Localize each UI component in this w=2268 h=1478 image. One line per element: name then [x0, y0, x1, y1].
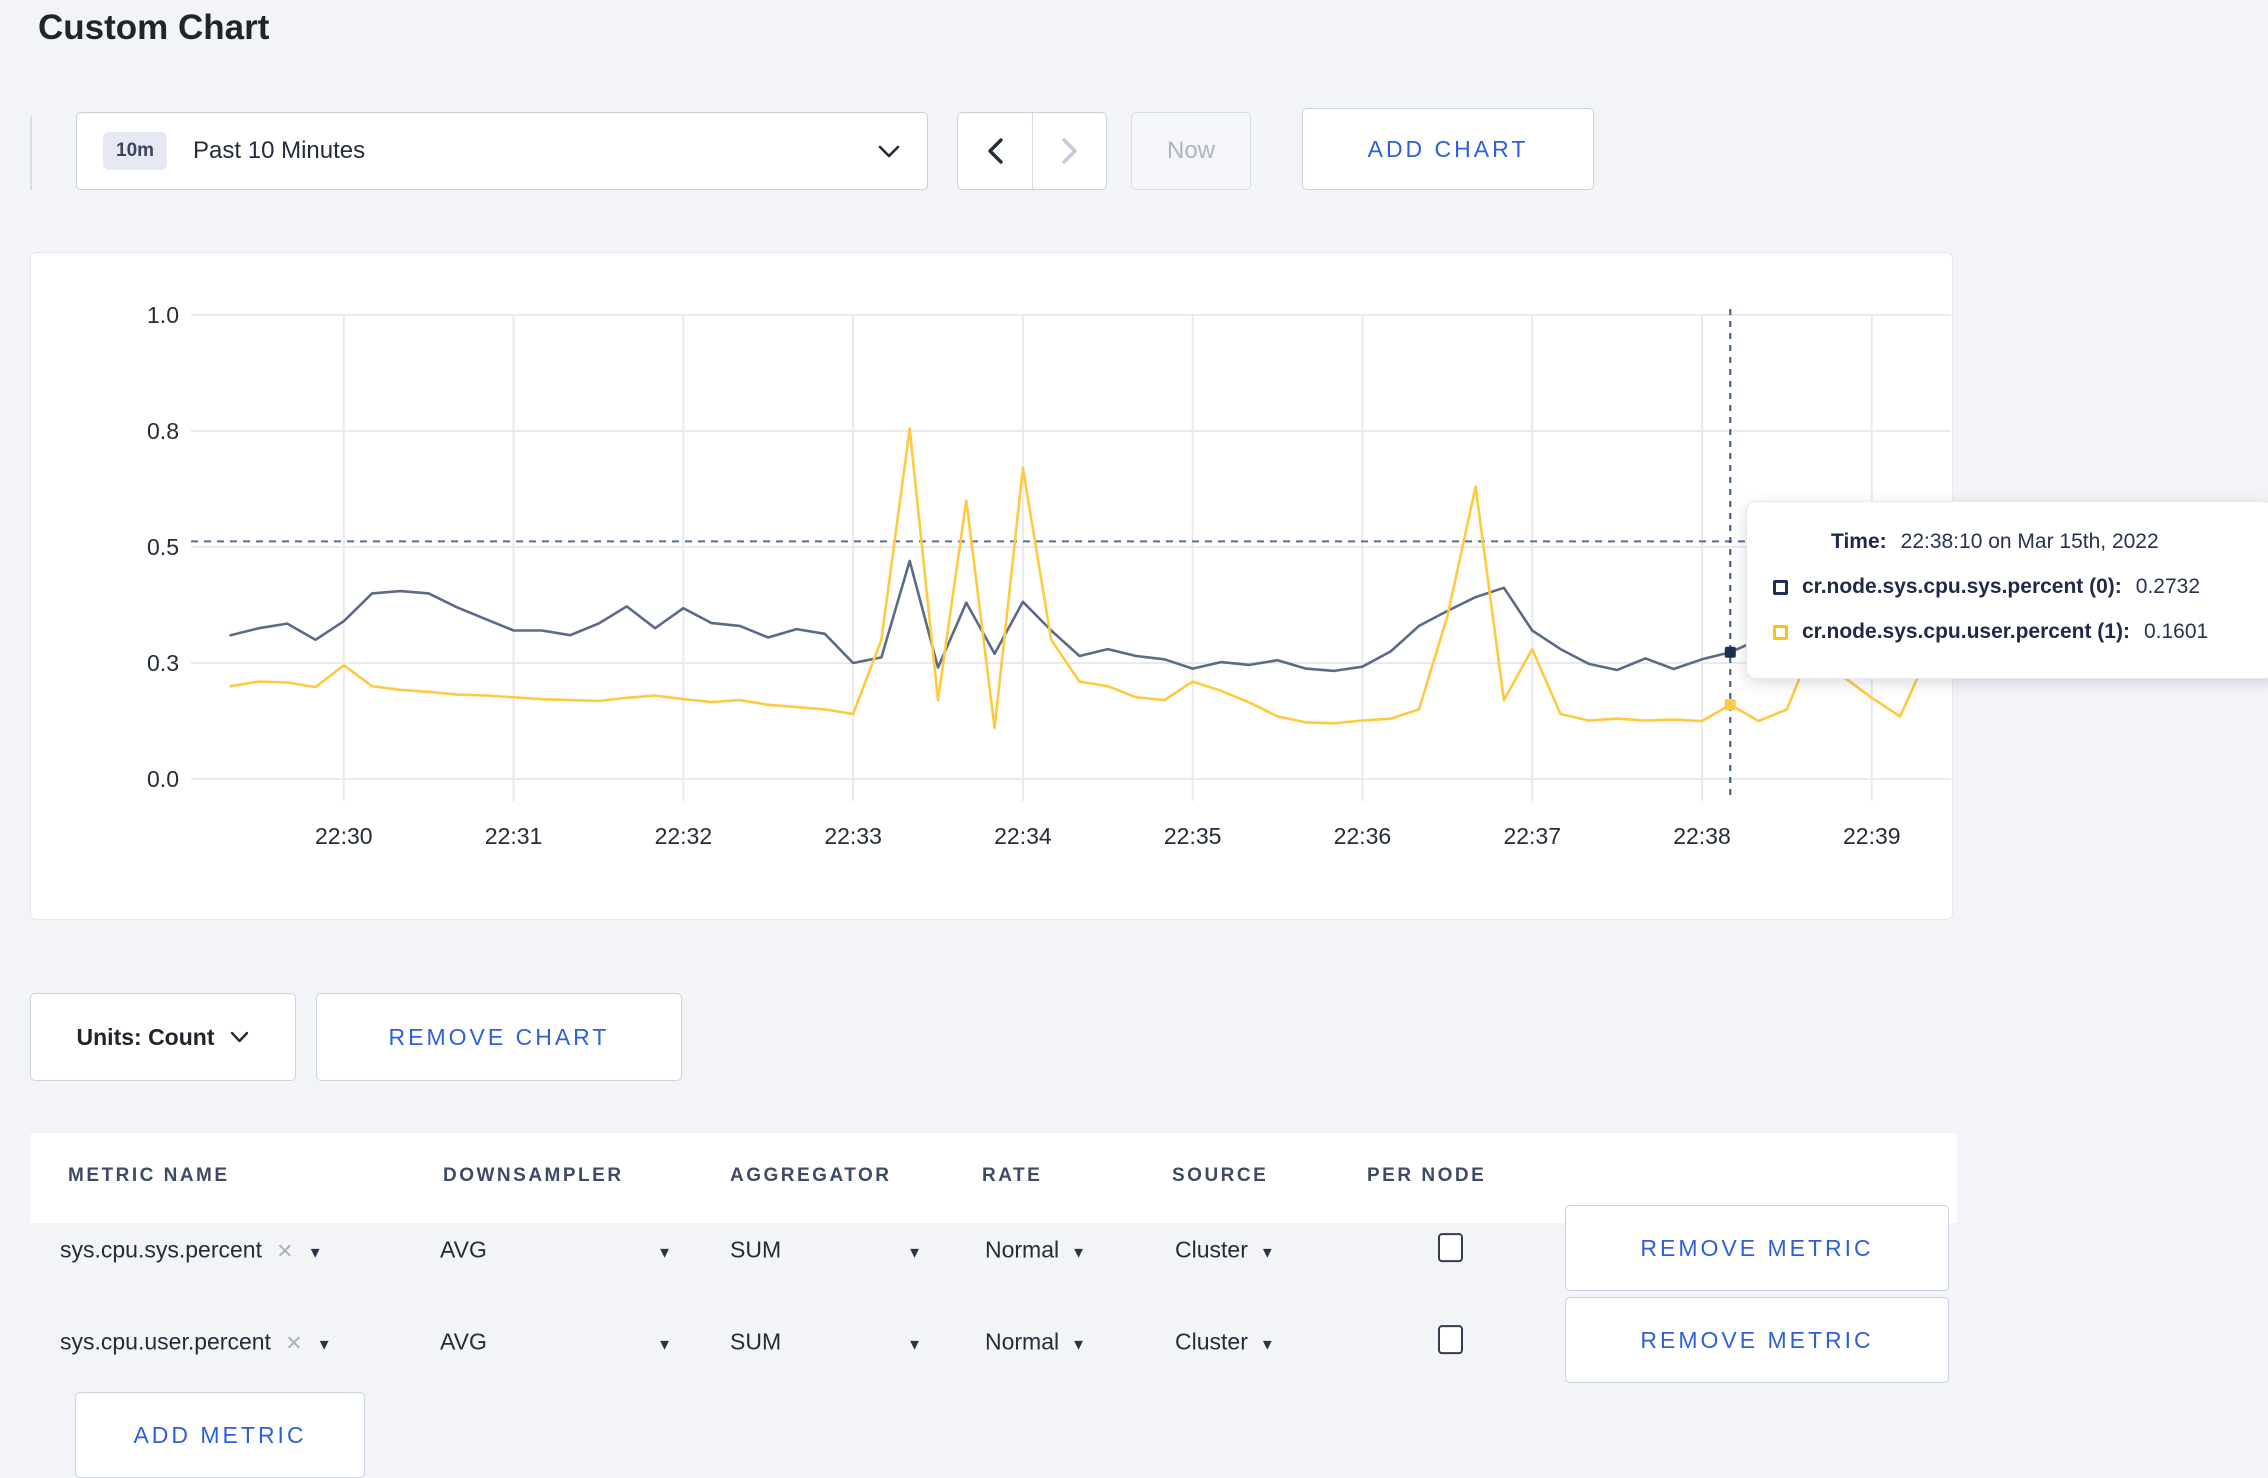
- dropdown-arrow-icon: [1071, 1329, 1086, 1356]
- aggregator-value: SUM: [730, 1328, 782, 1355]
- series-line-0: [229, 559, 1930, 673]
- timeframe-label: Past 10 Minutes: [193, 137, 366, 164]
- sys-series-swatch-icon: [1773, 579, 1788, 595]
- custom-chart-page: Custom Chart 10m Past 10 Minutes Now ADD…: [0, 0, 2268, 1478]
- remove-metric-button[interactable]: REMOVE METRIC: [1565, 1205, 1949, 1291]
- header-source: SOURCE: [1172, 1165, 1269, 1186]
- header-rate: RATE: [982, 1165, 1043, 1186]
- dropdown-arrow-icon: [308, 1237, 323, 1264]
- remove-metric-button[interactable]: REMOVE METRIC: [1565, 1297, 1949, 1383]
- tooltip-series-label: cr.node.sys.cpu.user.percent (1):: [1802, 620, 2130, 643]
- chevron-right-icon: [1062, 138, 1077, 164]
- crosshair-marker: [1724, 646, 1736, 658]
- aggregator-select[interactable]: SUM: [730, 1329, 922, 1356]
- tooltip-series-row: cr.node.sys.cpu.sys.percent (0): 0.2732: [1773, 575, 2247, 599]
- units-label: Units: Count: [76, 1023, 215, 1050]
- timeframe-select[interactable]: 10m Past 10 Minutes: [76, 112, 928, 190]
- chart-tooltip: Time: 22:38:10 on Mar 15th, 2022 cr.node…: [1746, 501, 2268, 679]
- metric-row: sys.cpu.sys.percent AVG SUM Normal Clust…: [30, 1205, 1957, 1295]
- metric-row: sys.cpu.user.percent AVG SUM Normal Clus…: [30, 1297, 1957, 1387]
- x-axis-tick-label: 22:30: [315, 823, 373, 849]
- add-chart-button[interactable]: ADD CHART: [1302, 108, 1594, 190]
- source-select[interactable]: Cluster: [1175, 1329, 1275, 1356]
- x-axis-tick-label: 22:35: [1163, 823, 1222, 849]
- per-node-checkbox[interactable]: [1438, 1325, 1463, 1355]
- x-axis-tick-label: 22:39: [1842, 823, 1901, 849]
- rate-value: Normal: [985, 1328, 1060, 1355]
- next-range-button[interactable]: [1032, 113, 1106, 189]
- source-select[interactable]: Cluster: [1175, 1237, 1275, 1264]
- x-axis-tick-label: 22:37: [1503, 823, 1561, 849]
- header-aggregator: AGGREGATOR: [730, 1165, 892, 1186]
- crosshair-marker: [1724, 699, 1736, 711]
- rate-value: Normal: [985, 1236, 1060, 1263]
- chevron-left-icon: [987, 138, 1003, 164]
- dropdown-arrow-icon: [657, 1329, 672, 1356]
- dropdown-arrow-icon: [317, 1329, 332, 1356]
- now-button[interactable]: Now: [1131, 112, 1251, 190]
- chart-plot[interactable]: [191, 309, 1951, 801]
- per-node-checkbox[interactable]: [1438, 1233, 1463, 1263]
- metric-name: sys.cpu.sys.percent: [60, 1236, 262, 1263]
- tooltip-series-row: cr.node.sys.cpu.user.percent (1): 0.1601: [1773, 620, 2247, 644]
- metric-name-select[interactable]: sys.cpu.sys.percent: [60, 1237, 323, 1264]
- x-axis-tick-label: 22:31: [484, 823, 543, 849]
- x-axis-tick-label: 22:38: [1673, 823, 1731, 849]
- tooltip-series-value: 0.2732: [2135, 575, 2201, 598]
- tooltip-time-label: Time:: [1831, 530, 1887, 553]
- toolbar-divider: [30, 116, 32, 190]
- clear-icon[interactable]: [277, 1240, 293, 1260]
- dropdown-arrow-icon: [657, 1237, 672, 1264]
- x-axis-tick-label: 22:33: [824, 823, 882, 849]
- downsampler-value: AVG: [440, 1236, 487, 1263]
- chart-card: 0.0 0.3 0.5 0.8 1.0 22:30 22:31 22:32 22:33 22:3…: [30, 252, 2268, 920]
- dropdown-arrow-icon: [907, 1237, 922, 1264]
- units-select[interactable]: Units: Count: [30, 993, 296, 1081]
- tooltip-series-label: cr.node.sys.cpu.sys.percent (0):: [1802, 575, 2122, 598]
- y-axis-tick-label: 0.0: [147, 766, 179, 792]
- tooltip-time-row: Time: 22:38:10 on Mar 15th, 2022: [1831, 530, 2247, 554]
- y-axis-tick-label: 1.0: [147, 302, 179, 328]
- header-downsampler: DOWNSAMPLER: [443, 1165, 624, 1186]
- metric-name-select[interactable]: sys.cpu.user.percent: [60, 1329, 332, 1356]
- user-series-swatch-icon: [1773, 624, 1788, 640]
- x-axis-tick-label: 22:32: [654, 823, 713, 849]
- header-per-node: PER NODE: [1367, 1165, 1487, 1186]
- chevron-down-icon: [231, 1031, 249, 1043]
- downsampler-select[interactable]: AVG: [440, 1329, 672, 1356]
- prev-range-button[interactable]: [958, 113, 1032, 189]
- page-title: Custom Chart: [38, 8, 270, 47]
- tooltip-time-value: 22:38:10 on Mar 15th, 2022: [1900, 530, 2159, 553]
- dropdown-arrow-icon: [1260, 1237, 1275, 1264]
- x-axis-tick-label: 22:36: [1333, 823, 1392, 849]
- source-value: Cluster: [1175, 1328, 1248, 1355]
- downsampler-value: AVG: [440, 1328, 487, 1355]
- timeframe-badge: 10m: [103, 132, 168, 170]
- y-axis-tick-label: 0.8: [147, 418, 179, 444]
- clear-icon[interactable]: [286, 1332, 302, 1352]
- dropdown-arrow-icon: [1071, 1237, 1086, 1264]
- header-metric-name: METRIC NAME: [68, 1165, 230, 1186]
- dropdown-arrow-icon: [1260, 1329, 1275, 1356]
- remove-chart-button[interactable]: REMOVE CHART: [316, 993, 682, 1081]
- source-value: Cluster: [1175, 1236, 1248, 1263]
- metric-name: sys.cpu.user.percent: [60, 1328, 271, 1355]
- tooltip-series-value: 0.1601: [2143, 620, 2209, 643]
- rate-select[interactable]: Normal: [985, 1237, 1086, 1264]
- downsampler-select[interactable]: AVG: [440, 1237, 672, 1264]
- timeframe-pager: [957, 112, 1107, 190]
- x-axis-tick-label: 22:34: [994, 823, 1052, 849]
- y-axis-tick-label: 0.3: [147, 650, 179, 676]
- chevron-down-icon: [878, 145, 900, 157]
- series-line-1: [229, 427, 1930, 730]
- add-metric-button[interactable]: ADD METRIC: [75, 1392, 365, 1478]
- y-axis-tick-label: 0.5: [147, 534, 179, 560]
- dropdown-arrow-icon: [907, 1329, 922, 1356]
- rate-select[interactable]: Normal: [985, 1329, 1086, 1356]
- aggregator-select[interactable]: SUM: [730, 1237, 922, 1264]
- aggregator-value: SUM: [730, 1236, 782, 1263]
